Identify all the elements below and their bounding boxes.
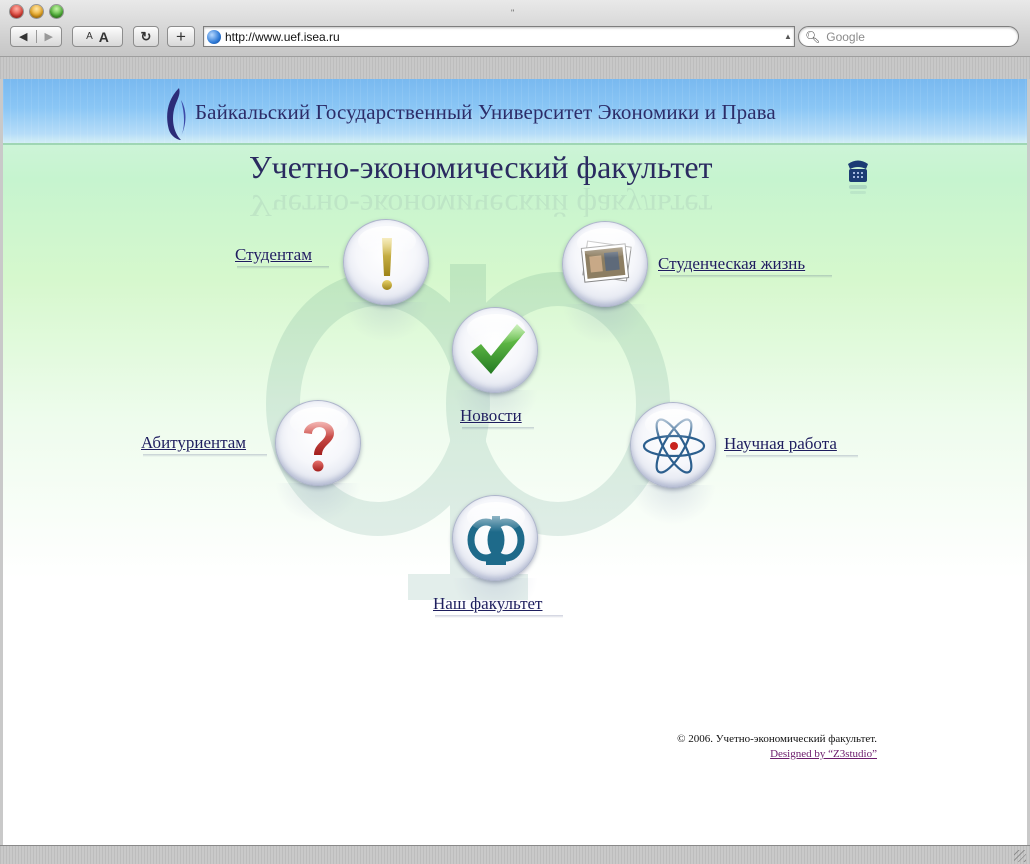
link-shadow — [726, 455, 858, 458]
nav-link-our-faculty[interactable]: Наш факультет — [433, 594, 543, 614]
close-window-button[interactable] — [10, 5, 23, 18]
science-orb[interactable] — [630, 402, 716, 488]
phone-icon[interactable] — [845, 158, 871, 198]
text-size-control: A A — [72, 26, 123, 47]
bookmarks-bar — [0, 56, 1030, 79]
resize-grip-icon[interactable] — [1014, 850, 1026, 862]
globe-icon — [207, 29, 221, 44]
our-faculty-orb[interactable] — [452, 495, 538, 581]
zoom-window-button[interactable] — [50, 5, 63, 18]
nav-link-applicants[interactable]: Абитуриентам — [141, 433, 246, 453]
faculty-title-reflection: Учетно-экономический факультет — [249, 188, 713, 224]
search-icon[interactable]: 🔍︎ — [805, 30, 820, 44]
link-shadow — [660, 275, 832, 278]
orb-gloss — [290, 407, 348, 437]
orb-gloss — [358, 226, 416, 256]
snapback-icon[interactable]: ▲ — [782, 32, 794, 41]
link-shadow — [435, 615, 563, 618]
link-shadow — [143, 454, 267, 457]
text-bigger-button[interactable]: A — [99, 29, 109, 45]
link-shadow — [237, 266, 329, 269]
address-bar[interactable]: http://www.uef.isea.ru ▲ — [203, 26, 795, 47]
orb-gloss — [467, 502, 525, 532]
students-orb[interactable] — [343, 219, 429, 305]
link-shadow — [462, 427, 534, 430]
back-button[interactable]: ◀ — [11, 30, 36, 43]
url-text[interactable]: http://www.uef.isea.ru — [225, 30, 782, 44]
orb-gloss — [467, 314, 525, 344]
browser-toolbar: " ◀ ▶ A A ↻ + http://www.uef.isea.ru ▲ 🔍… — [0, 0, 1030, 79]
page-viewport: Байкальский Государственный Университет … — [3, 79, 1027, 845]
reload-icon: ↻ — [140, 28, 152, 44]
add-bookmark-button[interactable]: + — [167, 26, 195, 47]
nav-link-student-life[interactable]: Студенческая жизнь — [658, 254, 805, 274]
nav-link-science[interactable]: Научная работа — [724, 434, 837, 454]
plus-icon: + — [176, 26, 186, 46]
nav-link-students[interactable]: Студентам — [235, 245, 312, 265]
university-title: Байкальский Государственный Университет … — [195, 100, 776, 124]
student-life-orb[interactable] — [562, 221, 648, 307]
applicants-orb[interactable] — [275, 400, 361, 486]
news-orb[interactable] — [452, 307, 538, 393]
text-smaller-button[interactable]: A — [86, 31, 93, 42]
search-input[interactable] — [824, 28, 999, 45]
forward-button[interactable]: ▶ — [35, 30, 62, 43]
university-logo-icon — [167, 88, 186, 140]
orb-gloss — [645, 409, 703, 439]
nav-link-news[interactable]: Новости — [460, 406, 522, 426]
footer-copyright: © 2006. Учетно-экономический факультет. — [677, 733, 877, 745]
back-forward-control: ◀ ▶ — [10, 26, 62, 47]
window-bottom-bar — [0, 845, 1030, 864]
orb-gloss — [577, 228, 635, 258]
faculty-title: Учетно-экономический факультет — [249, 149, 713, 185]
window-title: " — [511, 8, 515, 18]
minimize-window-button[interactable] — [30, 5, 43, 18]
designer-link[interactable]: Designed by “Z3studio” — [770, 748, 877, 760]
search-box[interactable]: 🔍︎ — [798, 26, 1019, 47]
reload-button[interactable]: ↻ — [133, 26, 159, 47]
